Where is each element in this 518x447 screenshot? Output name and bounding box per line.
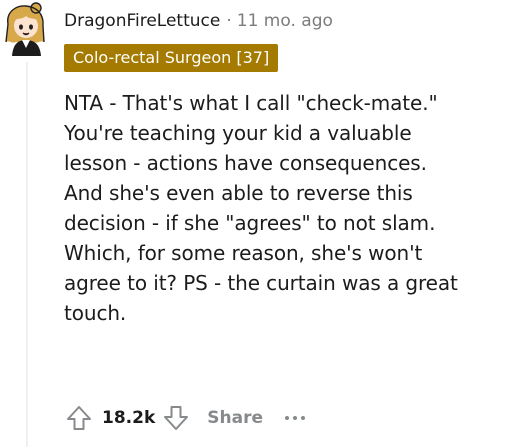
vote-score: 18.2k: [102, 408, 156, 428]
avatar[interactable]: [0, 2, 50, 58]
share-button[interactable]: Share: [207, 408, 263, 428]
upvote-button[interactable]: [62, 401, 96, 435]
cartoon-avatar-icon: [5, 2, 45, 56]
comment-line: decision - if she "agrees" to not slam.: [64, 211, 436, 235]
separator-dot: ·: [226, 11, 232, 31]
user-flair: Colo-rectal Surgeon [37]: [64, 44, 279, 72]
comment-line: agree to it? PS - the curtain was a grea…: [64, 271, 458, 295]
comment-line: And she's even able to reverse this: [64, 181, 413, 205]
downvote-arrow-icon: [164, 406, 189, 430]
comment-line: touch.: [64, 301, 127, 325]
more-dot: [284, 416, 289, 420]
thread-line[interactable]: [26, 62, 28, 447]
more-options-icon[interactable]: [284, 406, 305, 430]
comment-actions: 18.2k Share: [62, 400, 305, 436]
comment-line: You're teaching your kid a valuable: [64, 121, 412, 145]
comment-line: Which, for some reason, she's won't: [64, 241, 423, 265]
comment-line: NTA - That's what I call "check-mate.": [64, 91, 438, 115]
more-dot: [300, 416, 305, 420]
comment-body: NTA - That's what I call "check-mate." Y…: [64, 88, 516, 328]
comment: DragonFireLettuce · 11 mo. ago Colo-rect…: [0, 0, 518, 447]
comment-header: DragonFireLettuce · 11 mo. ago: [64, 6, 333, 36]
comment-line: lesson - actions have consequences.: [64, 151, 427, 175]
timestamp[interactable]: 11 mo. ago: [237, 11, 333, 31]
more-dot: [292, 416, 297, 420]
upvote-arrow-icon: [67, 406, 91, 430]
author-name[interactable]: DragonFireLettuce: [64, 11, 220, 31]
downvote-button[interactable]: [159, 401, 193, 435]
